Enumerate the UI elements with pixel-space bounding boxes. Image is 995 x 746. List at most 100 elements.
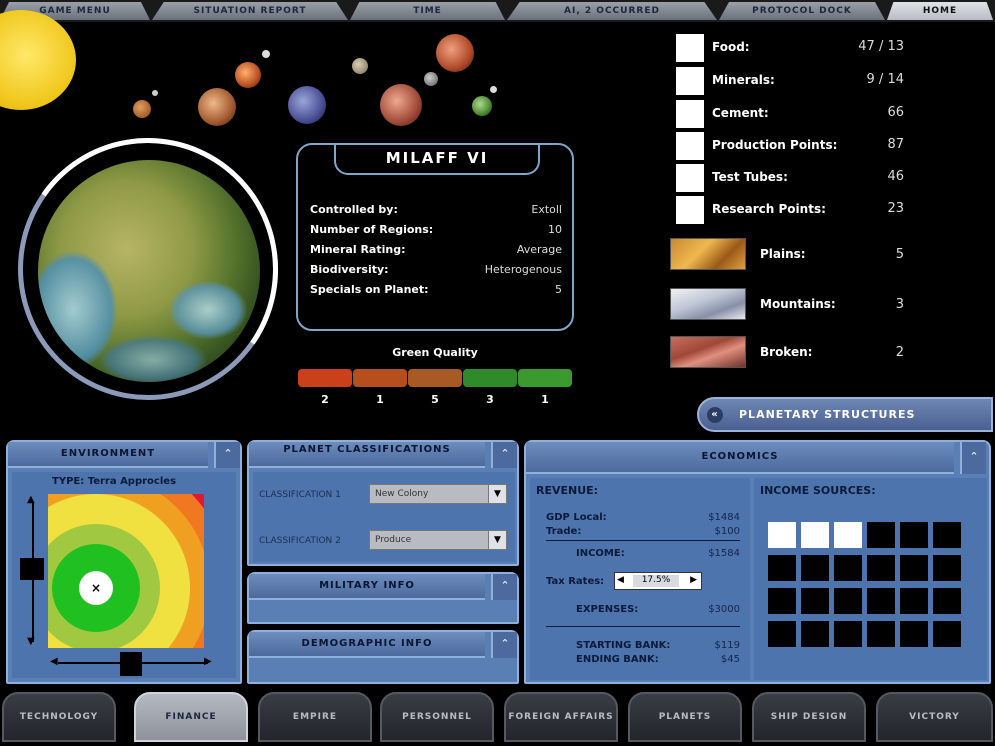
income-sources-section: INCOME SOURCES:	[754, 478, 987, 680]
minerals-value: 9 / 14	[866, 72, 904, 87]
income-source-slot[interactable]	[933, 588, 961, 614]
military-toggle-button[interactable]: ⌃	[491, 574, 517, 600]
income-source-slot[interactable]	[768, 588, 796, 614]
tab-empire[interactable]: EMPIRE	[258, 692, 372, 742]
cement-icon	[676, 100, 704, 128]
classification-2-label: CLASSIFICATION 2	[259, 536, 341, 546]
green-quality-label: Green Quality	[392, 346, 478, 359]
production-label: Production Points:	[712, 138, 838, 152]
broken-value: 2	[895, 345, 904, 360]
green-quality-segment-4	[463, 369, 517, 387]
income-source-slot[interactable]	[900, 522, 928, 548]
tax-rates-label: Tax Rates:	[546, 576, 605, 587]
tab-ship-design[interactable]: SHIP DESIGN	[752, 692, 866, 742]
economics-title: ECONOMICS	[526, 442, 954, 474]
classification-1-select[interactable]: New Colony ▼	[369, 484, 507, 504]
income-source-slot[interactable]	[768, 522, 796, 548]
test-tubes-icon	[676, 164, 704, 192]
tax-increase-icon[interactable]: ▶	[690, 575, 697, 585]
broken-label: Broken:	[760, 345, 813, 359]
income-source-slot[interactable]	[801, 522, 829, 548]
economics-toggle-button[interactable]: ⌃	[960, 442, 986, 474]
info-controlled-by: Controlled by: Extoll	[310, 203, 562, 216]
planet-globe[interactable]	[38, 160, 260, 382]
tab-finance[interactable]: FINANCE	[134, 692, 248, 742]
planetary-structures-button[interactable]: « PLANETARY STRUCTURES	[697, 397, 993, 432]
income-source-slot[interactable]	[768, 621, 796, 647]
research-value: 23	[887, 201, 904, 216]
income-source-slot[interactable]	[801, 555, 829, 581]
income-source-slot[interactable]	[834, 555, 862, 581]
horizontal-slider-handle[interactable]	[120, 652, 142, 676]
classification-2-select[interactable]: Produce ▼	[369, 530, 507, 550]
income-source-slot[interactable]	[933, 522, 961, 548]
tax-rate-stepper[interactable]: ◀ 17.5% ▶	[614, 572, 702, 590]
income-source-slot[interactable]	[834, 621, 862, 647]
tax-decrease-icon[interactable]: ◀	[617, 575, 624, 585]
income-source-slot[interactable]	[900, 555, 928, 581]
green-quality-value-2: 1	[376, 393, 384, 406]
environment-title: ENVIRONMENT	[8, 442, 208, 468]
income-source-slot[interactable]	[867, 522, 895, 548]
tab-planets[interactable]: PLANETS	[628, 692, 742, 742]
arrow-down-icon: ▼	[27, 636, 35, 647]
income-source-slot[interactable]	[900, 621, 928, 647]
tab-technology[interactable]: TECHNOLOGY	[2, 692, 116, 742]
system-planet-7[interactable]	[424, 72, 438, 86]
system-planet-2[interactable]	[198, 88, 236, 126]
green-quality-value-1: 2	[321, 393, 329, 406]
plains-label: Plains:	[760, 247, 806, 261]
income-source-slot[interactable]	[900, 588, 928, 614]
demographic-toggle-button[interactable]: ⌃	[491, 632, 517, 658]
minerals-icon	[676, 67, 704, 95]
classifications-toggle-button[interactable]: ⌃	[491, 442, 517, 468]
income-source-slot[interactable]	[834, 588, 862, 614]
system-planet-8[interactable]	[436, 34, 474, 72]
expenses-label: EXPENSES:	[576, 604, 639, 615]
mountains-label: Mountains:	[760, 297, 836, 311]
chevron-up-icon: ⌃	[500, 637, 510, 650]
income-source-slot[interactable]	[801, 621, 829, 647]
income-source-slot[interactable]	[768, 555, 796, 581]
income-source-slot[interactable]	[867, 555, 895, 581]
protocol-dock-tab[interactable]: PROTOCOL DOCK	[719, 2, 885, 20]
ai-occurred-tab[interactable]: AI, 2 OCCURRED	[507, 2, 717, 20]
ending-bank-label: ENDING BANK:	[576, 654, 659, 665]
income-source-slot[interactable]	[834, 522, 862, 548]
production-icon	[676, 132, 704, 160]
system-planet-3[interactable]	[235, 62, 261, 88]
system-planet-6[interactable]	[380, 84, 422, 126]
environment-panel: ENVIRONMENT ⌃ TYPE: Terra Approcles × ▲ …	[6, 440, 242, 684]
system-planet-4[interactable]	[288, 86, 326, 124]
vertical-slider-handle[interactable]	[20, 558, 44, 580]
moon	[152, 90, 158, 96]
mountains-value: 3	[895, 297, 904, 312]
green-quality-segment-1	[298, 369, 352, 387]
system-planet-9[interactable]	[472, 96, 492, 116]
time-tab[interactable]: TIME	[350, 2, 505, 20]
chevron-down-icon[interactable]: ▼	[488, 531, 506, 549]
planet-position-marker[interactable]: ×	[79, 571, 113, 605]
chevron-down-icon[interactable]: ▼	[488, 485, 506, 503]
income-source-slot[interactable]	[801, 588, 829, 614]
sun[interactable]	[0, 10, 76, 110]
chevron-up-icon: ⌃	[500, 579, 510, 592]
tab-personnel[interactable]: PERSONNEL	[380, 692, 494, 742]
tax-rate-value: 17.5%	[633, 575, 679, 587]
income-source-slot[interactable]	[867, 621, 895, 647]
income-source-slot[interactable]	[933, 555, 961, 581]
planetary-structures-label: PLANETARY STRUCTURES	[739, 408, 916, 421]
system-planet-5[interactable]	[352, 58, 368, 74]
environment-toggle-button[interactable]: ⌃	[214, 442, 240, 468]
home-tab[interactable]: HOME	[887, 2, 993, 20]
tab-victory[interactable]: VICTORY	[876, 692, 993, 742]
tab-foreign-affairs[interactable]: FOREIGN AFFAIRS	[504, 692, 618, 742]
income-source-slot[interactable]	[867, 588, 895, 614]
chevron-up-icon: ⌃	[223, 447, 233, 460]
test-tubes-label: Test Tubes:	[712, 170, 788, 184]
habitability-map[interactable]: ×	[48, 494, 204, 648]
plains-terrain-icon	[670, 238, 746, 270]
situation-report-tab[interactable]: SITUATION REPORT	[152, 2, 348, 20]
income-source-slot[interactable]	[933, 621, 961, 647]
system-planet-1[interactable]	[133, 100, 151, 118]
